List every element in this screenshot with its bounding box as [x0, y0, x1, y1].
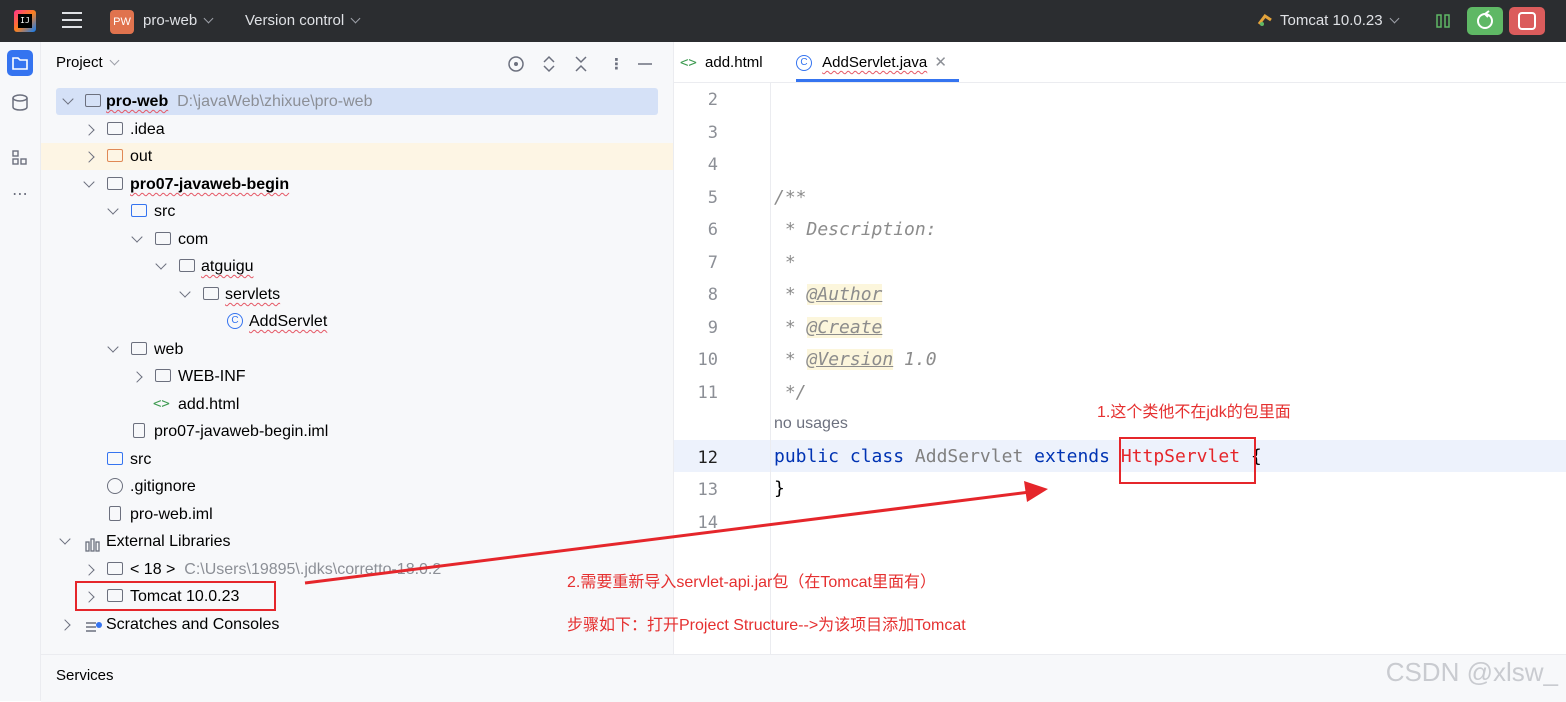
- services-label: Services: [56, 667, 114, 684]
- annotation-arrow: [304, 481, 1048, 585]
- watermark: CSDN @xlsw_: [1385, 657, 1558, 687]
- services-bar[interactable]: Services: [41, 654, 1566, 702]
